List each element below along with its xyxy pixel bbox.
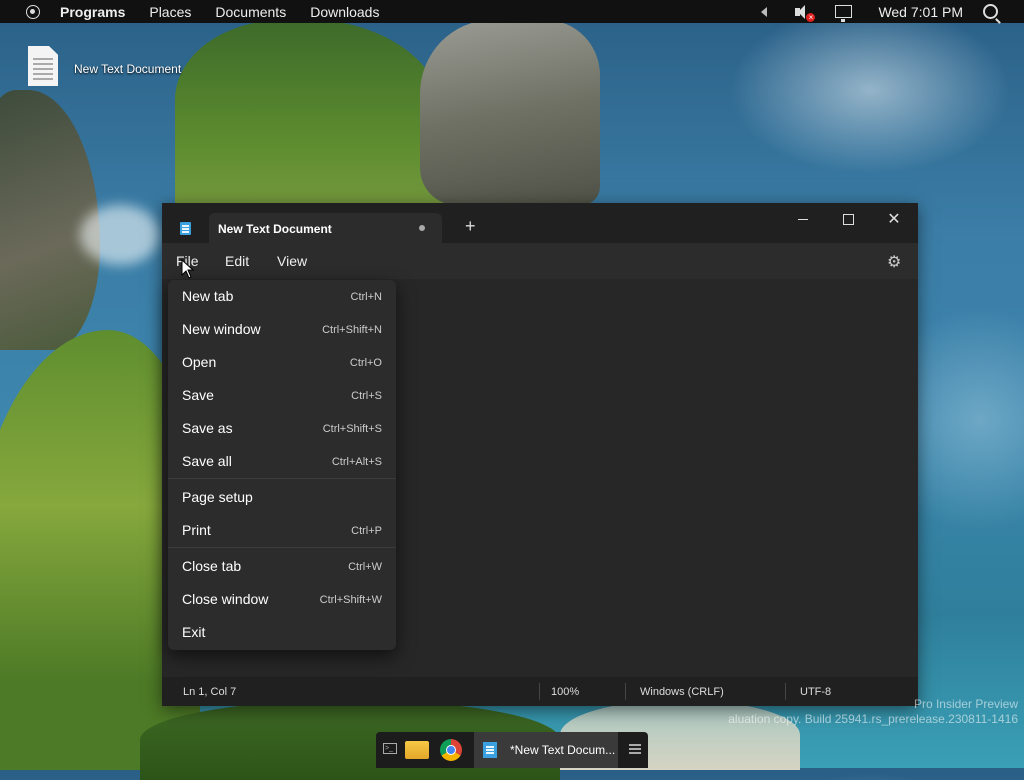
speaker-muted-icon[interactable]: × <box>793 4 816 22</box>
menu-item-close-tab[interactable]: Close tab Ctrl+W <box>168 550 396 583</box>
menu-item-open[interactable]: Open Ctrl+O <box>168 346 396 379</box>
menu-programs[interactable]: Programs <box>60 4 125 20</box>
menu-documents[interactable]: Documents <box>215 4 286 20</box>
menu-item-page-setup[interactable]: Page setup <box>168 481 396 514</box>
taskbar-notepad-label: *New Text Docum... <box>510 743 616 757</box>
menu-icon[interactable] <box>629 744 641 746</box>
folder-icon[interactable] <box>405 741 429 759</box>
close-button[interactable]: ✕ <box>883 210 905 230</box>
chrome-icon[interactable] <box>440 739 462 761</box>
system-tray: × Wed 7:01 PM <box>761 0 1024 23</box>
desktop-file-label: New Text Document <box>74 62 182 76</box>
menu-separator <box>168 547 396 548</box>
settings-gear-icon[interactable]: ⚙ <box>887 252 901 272</box>
text-file-icon <box>28 46 58 86</box>
activities-icon[interactable] <box>26 4 40 19</box>
wallpaper-foam <box>80 205 160 265</box>
new-tab-button[interactable]: + <box>465 217 476 235</box>
taskbar-notepad-button[interactable]: *New Text Docum... <box>474 732 618 768</box>
menu-item-new-window[interactable]: New window Ctrl+Shift+N <box>168 313 396 346</box>
line-ending[interactable]: Windows (CRLF) <box>640 686 724 698</box>
status-bar: Ln 1, Col 7 100% Windows (CRLF) UTF-8 <box>162 677 918 706</box>
clock[interactable]: Wed 7:01 PM <box>878 4 963 20</box>
menu-item-exit[interactable]: Exit <box>168 616 396 649</box>
title-bar[interactable]: New Text Document + ✕ <box>162 203 918 243</box>
menu-bar: File Edit View ⚙ <box>162 243 918 279</box>
cursor-position: Ln 1, Col 7 <box>183 686 237 698</box>
tab-title: New Text Document <box>218 222 332 236</box>
menu-places[interactable]: Places <box>149 4 191 20</box>
menu-item-save-all[interactable]: Save all Ctrl+Alt+S <box>168 445 396 478</box>
menu-item-save[interactable]: Save Ctrl+S <box>168 379 396 412</box>
search-icon[interactable] <box>983 4 998 19</box>
watermark-line-2: aluation copy. Build 25941.rs_prerelease… <box>728 712 1018 726</box>
notepad-icon <box>483 742 497 758</box>
file-menu-dropdown: New tab Ctrl+N New window Ctrl+Shift+N O… <box>168 280 396 650</box>
display-icon[interactable] <box>835 5 853 22</box>
tab-new-text-document[interactable]: New Text Document <box>209 213 442 243</box>
menu-view[interactable]: View <box>277 253 307 269</box>
mouse-pointer-icon <box>181 259 195 279</box>
menu-item-close-window[interactable]: Close window Ctrl+Shift+W <box>168 583 396 616</box>
encoding[interactable]: UTF-8 <box>800 686 831 698</box>
notepad-icon <box>180 222 191 235</box>
menu-separator <box>168 478 396 479</box>
menu-item-new-tab[interactable]: New tab Ctrl+N <box>168 280 396 313</box>
taskbar: >_ *New Text Docum... <box>376 732 648 768</box>
watermark-line-1: Pro Insider Preview <box>913 697 1018 711</box>
top-panel: Programs Places Documents Downloads × We… <box>0 0 1024 23</box>
tray-arrow-icon[interactable] <box>761 6 768 17</box>
maximize-button[interactable] <box>837 210 859 230</box>
desktop-file-icon[interactable]: New Text Document <box>28 46 181 86</box>
menu-item-save-as[interactable]: Save as Ctrl+Shift+S <box>168 412 396 445</box>
wallpaper-rock <box>420 20 600 205</box>
minimize-button[interactable] <box>792 210 814 230</box>
unsaved-dot-icon[interactable] <box>419 225 425 231</box>
menu-item-print[interactable]: Print Ctrl+P <box>168 514 396 547</box>
zoom-level[interactable]: 100% <box>551 686 579 698</box>
menu-downloads[interactable]: Downloads <box>310 4 379 20</box>
terminal-icon[interactable]: >_ <box>383 743 397 754</box>
wallpaper-cliff-center <box>175 20 445 220</box>
menu-edit[interactable]: Edit <box>225 253 249 269</box>
